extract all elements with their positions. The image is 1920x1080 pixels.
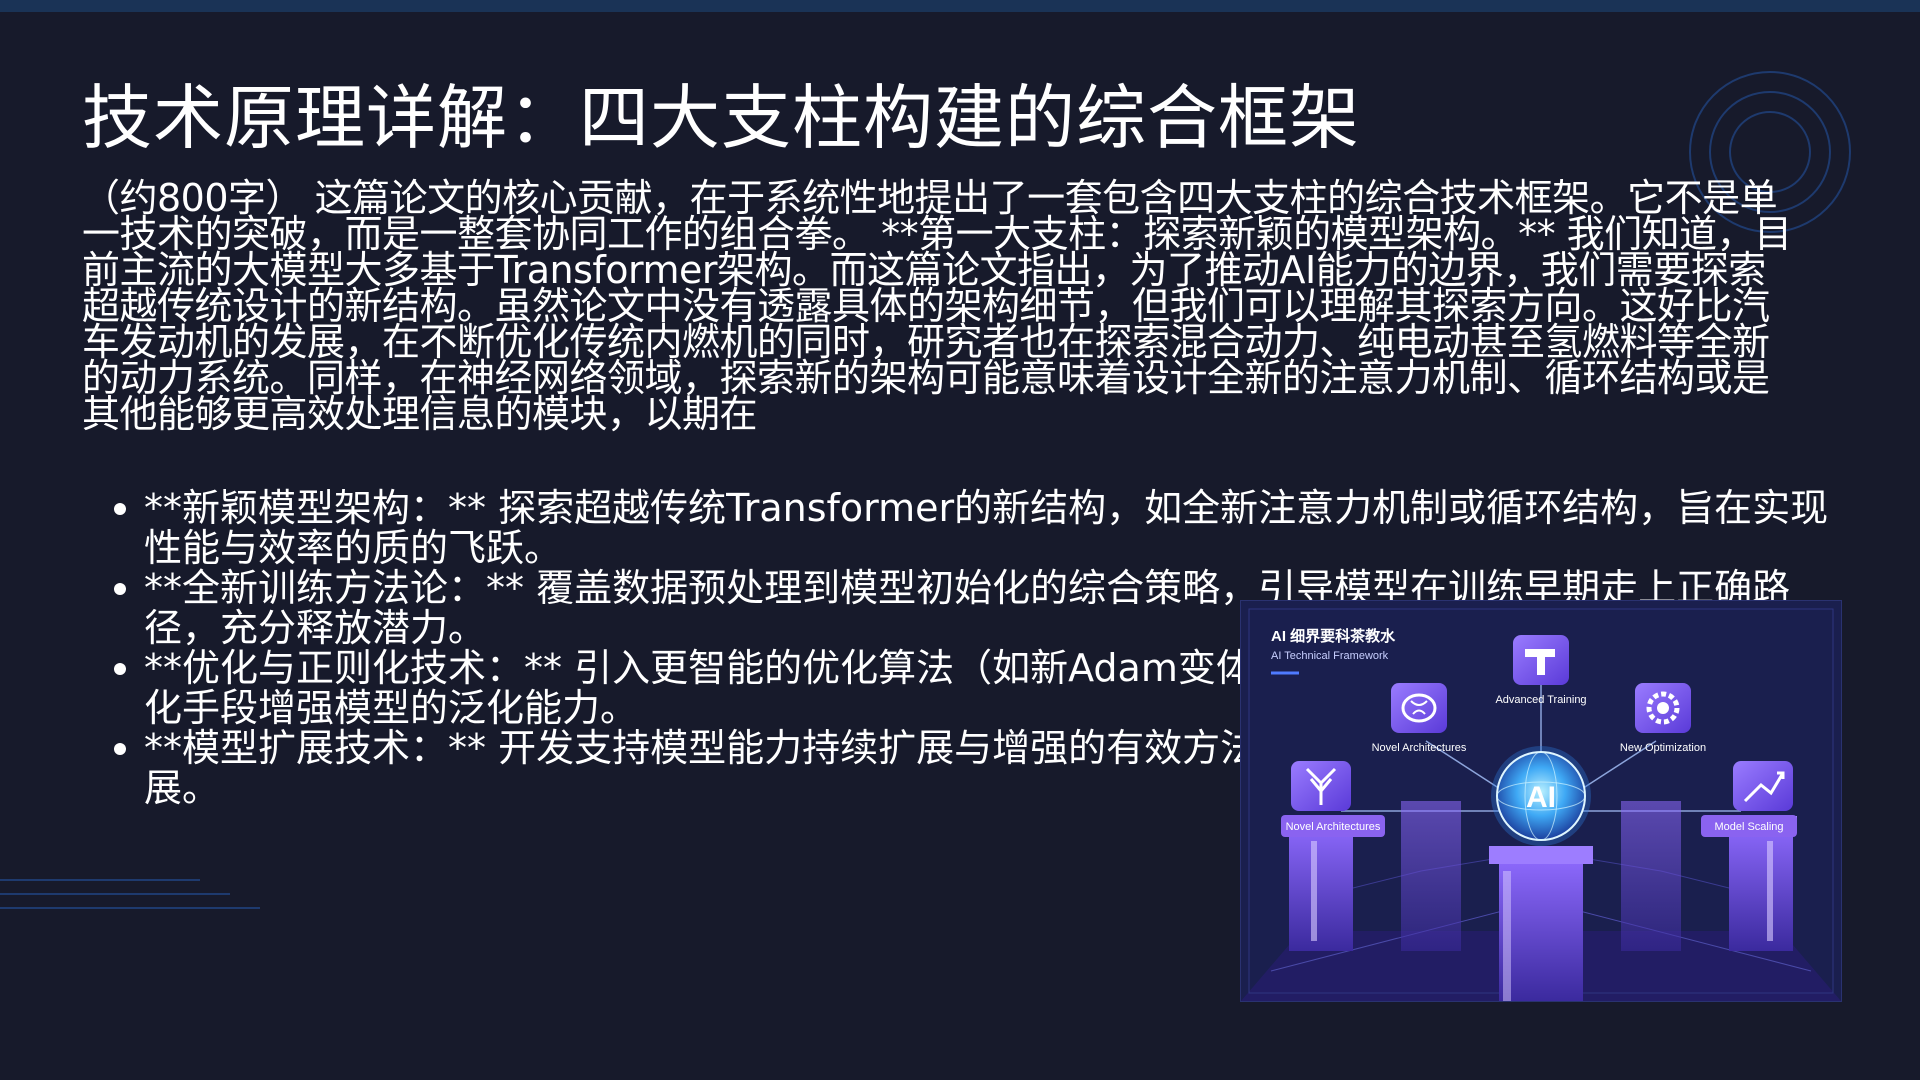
body-paragraph: （约800字） 这篇论文的核心贡献，在于系统性地提出了一套包含四大支柱的综合技术…	[82, 176, 1792, 436]
bullet-dot-icon	[114, 663, 126, 675]
decorative-lines	[0, 879, 260, 909]
tree-network-icon	[1291, 761, 1351, 811]
label-lower-right: Model Scaling	[1714, 821, 1783, 833]
figure-header-title: AI 细界要科茶教水	[1271, 627, 1396, 645]
label-lower-left: Novel Architectures	[1286, 821, 1381, 833]
ai-core-label: AI	[1526, 781, 1556, 814]
pillar-center	[1489, 846, 1593, 1001]
label-upper-right: New Optimization	[1620, 742, 1706, 754]
bullet-architecture: **新颖模型架构：** 探索超越传统Transformer的新结构，如全新注意力…	[112, 488, 1852, 568]
brain-icon	[1391, 683, 1447, 733]
slide-title: 技术原理详解：四大支柱构建的综合框架	[82, 77, 1360, 159]
figure-header-subtitle: AI Technical Framework	[1271, 650, 1389, 662]
framework-diagram: AI 细界要科茶教水 AI Technical Framework AI Adv…	[1241, 608, 1841, 1001]
top-accent-bar	[0, 0, 1920, 12]
bullet-dot-icon	[114, 503, 126, 515]
bullet-dot-icon	[114, 583, 126, 595]
framework-illustration: AI 细界要科茶教水 AI Technical Framework AI Adv…	[1240, 600, 1842, 1002]
tools-icon	[1513, 635, 1569, 685]
bullet-dot-icon	[114, 743, 126, 755]
bullet-text: **新颖模型架构：** 探索超越传统Transformer的新结构，如全新注意力…	[144, 486, 1829, 570]
ai-core-orb: AI	[1491, 746, 1591, 846]
gear-check-icon	[1635, 683, 1691, 733]
label-upper-left: Novel Architectures	[1372, 742, 1467, 754]
label-advanced-training: Advanced Training	[1495, 694, 1586, 706]
growth-arrows-icon	[1733, 761, 1793, 811]
